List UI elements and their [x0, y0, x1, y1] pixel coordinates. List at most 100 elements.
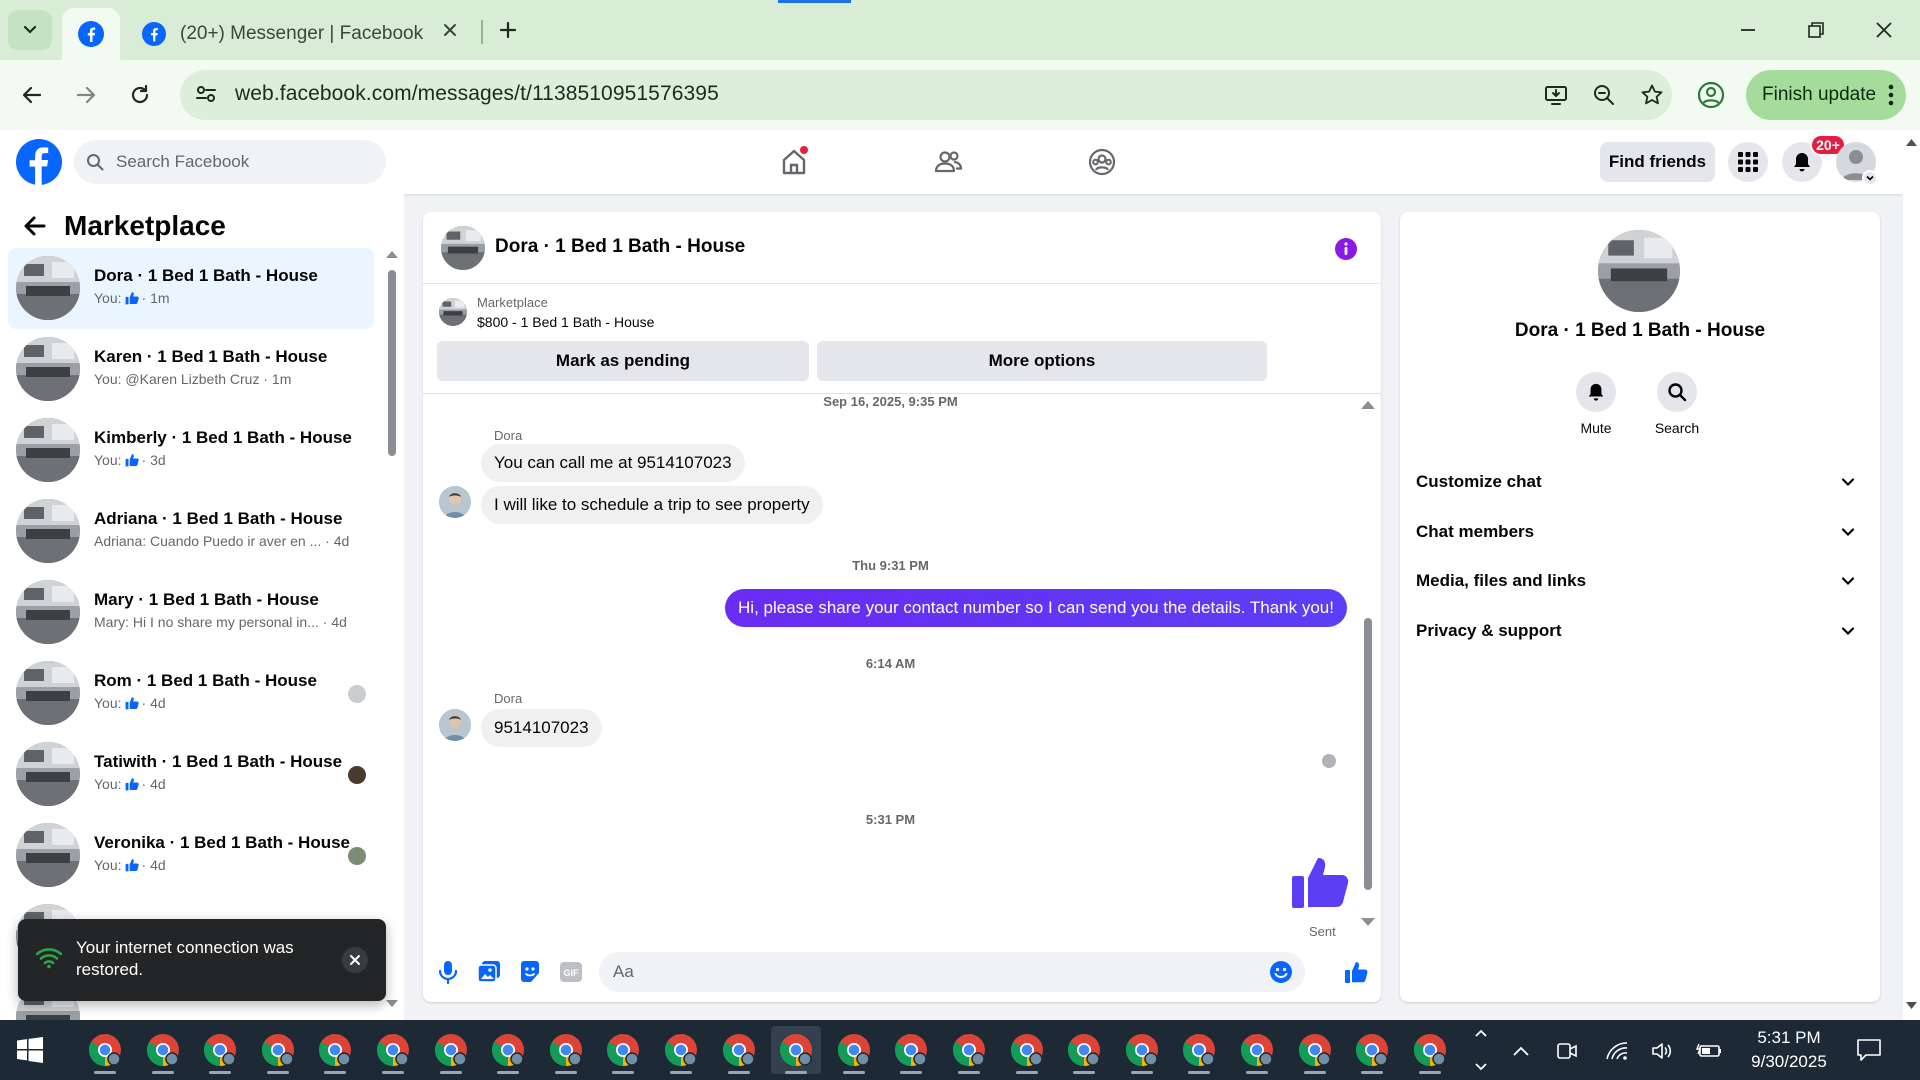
- windows-start-icon[interactable]: [16, 1036, 44, 1064]
- menu-button[interactable]: [1728, 142, 1768, 182]
- bookmark-star-icon[interactable]: [1638, 81, 1666, 109]
- tab-facebook-active[interactable]: [62, 8, 120, 60]
- facebook-search-input[interactable]: Search Facebook: [74, 140, 386, 184]
- message-input[interactable]: Aa: [599, 952, 1305, 992]
- taskbar-chrome-app[interactable]: [656, 1026, 706, 1074]
- page-scrollbar[interactable]: [1903, 130, 1920, 1020]
- taskbar-chrome-app[interactable]: [1117, 1026, 1167, 1074]
- nav-friends[interactable]: [930, 144, 966, 180]
- taskbar-chrome-app[interactable]: [1347, 1026, 1397, 1074]
- conversation-item[interactable]: Kimberly · 1 Bed 1 Bath - House You: · 3d: [8, 410, 374, 491]
- site-info-icon[interactable]: [194, 82, 218, 106]
- minimize-button[interactable]: [1720, 8, 1776, 52]
- emoji-icon[interactable]: [1269, 960, 1293, 984]
- tab-messenger[interactable]: (20+) Messenger | Facebook: [130, 8, 470, 60]
- section-media-files-links[interactable]: Media, files and links: [1416, 561, 1864, 601]
- conversation-item[interactable]: Veronika · 1 Bed 1 Bath - House You: · 4d: [8, 815, 374, 896]
- taskbar-chrome-app[interactable]: [368, 1026, 418, 1074]
- taskbar-chrome-app[interactable]: [771, 1026, 822, 1074]
- nav-groups[interactable]: [1084, 144, 1120, 180]
- chat-avatar[interactable]: [441, 226, 485, 270]
- section-customize-chat[interactable]: Customize chat: [1416, 462, 1864, 502]
- finish-update-button[interactable]: Finish update: [1746, 70, 1906, 120]
- taskbar-chrome-app[interactable]: [944, 1026, 994, 1074]
- mute-button[interactable]: Mute: [1560, 372, 1632, 436]
- taskbar-chrome-app[interactable]: [1174, 1026, 1224, 1074]
- taskbar-chrome-app[interactable]: [310, 1026, 360, 1074]
- microphone-icon[interactable]: [435, 959, 461, 985]
- account-menu-chevron[interactable]: [1862, 170, 1878, 186]
- tab-search-button[interactable]: [8, 10, 52, 50]
- mark-as-pending-button[interactable]: Mark as pending: [437, 341, 809, 381]
- message-bubble-incoming[interactable]: 9514107023: [481, 709, 602, 747]
- taskbar-chrome-app[interactable]: [1290, 1026, 1340, 1074]
- zoom-out-icon[interactable]: [1590, 81, 1618, 109]
- conversation-item[interactable]: Rom · 1 Bed 1 Bath - House You: · 4d: [8, 653, 374, 734]
- sender-avatar[interactable]: [439, 486, 471, 518]
- conversation-item[interactable]: Tatiwith · 1 Bed 1 Bath - House You: · 4d: [8, 734, 374, 815]
- large-thumbs-up-icon[interactable]: [1290, 852, 1350, 910]
- photo-attach-icon[interactable]: [476, 959, 502, 985]
- taskbar-chrome-app[interactable]: [426, 1026, 476, 1074]
- find-friends-button[interactable]: Find friends: [1600, 142, 1715, 182]
- meet-now-icon[interactable]: [1554, 1038, 1580, 1064]
- taskbar-chrome-app[interactable]: [829, 1026, 879, 1074]
- message-bubble-incoming[interactable]: You can call me at 9514107023: [481, 444, 745, 482]
- taskbar-chrome-app[interactable]: [195, 1026, 245, 1074]
- taskbar-chrome-app[interactable]: [253, 1026, 303, 1074]
- back-button[interactable]: [14, 77, 50, 113]
- section-privacy-support[interactable]: Privacy & support: [1416, 611, 1864, 651]
- scrollbar-thumb[interactable]: [1364, 618, 1372, 890]
- info-icon[interactable]: [1333, 236, 1359, 262]
- sticker-icon[interactable]: [517, 959, 543, 985]
- close-window-button[interactable]: [1856, 8, 1912, 52]
- browser-profile-icon[interactable]: [1696, 80, 1726, 110]
- taskbar-chrome-app[interactable]: [138, 1026, 188, 1074]
- system-clock[interactable]: 5:31 PM 9/30/2025: [1734, 1026, 1844, 1074]
- address-bar[interactable]: web.facebook.com/messages/t/113851095157…: [180, 70, 1672, 120]
- gif-icon[interactable]: GIF: [558, 959, 584, 985]
- sender-avatar[interactable]: [439, 709, 471, 741]
- conversation-scrollbar[interactable]: [384, 248, 400, 1008]
- show-hidden-icons[interactable]: [1508, 1038, 1534, 1064]
- taskbar-chrome-app[interactable]: [886, 1026, 936, 1074]
- tab-close-button[interactable]: [442, 22, 458, 38]
- chat-info-avatar[interactable]: [1598, 230, 1680, 312]
- conversation-item[interactable]: Mary · 1 Bed 1 Bath - House Mary: Hi I no…: [8, 572, 374, 653]
- taskbar-chrome-app[interactable]: [598, 1026, 648, 1074]
- taskbar-scroll[interactable]: [1474, 1028, 1488, 1072]
- volume-icon[interactable]: [1650, 1038, 1676, 1064]
- taskbar-chrome-app[interactable]: [541, 1026, 591, 1074]
- taskbar-chrome-app[interactable]: [80, 1026, 130, 1074]
- forward-button[interactable]: [68, 77, 104, 113]
- search-in-chat-button[interactable]: Search: [1641, 372, 1713, 436]
- taskbar-chrome-app[interactable]: [1059, 1026, 1109, 1074]
- back-arrow-icon[interactable]: [22, 213, 48, 239]
- taskbar-chrome-app[interactable]: [1232, 1026, 1282, 1074]
- listing-title[interactable]: $800 - 1 Bed 1 Bath - House: [477, 314, 654, 330]
- battery-icon[interactable]: [1696, 1038, 1722, 1064]
- facebook-logo-icon[interactable]: [16, 139, 62, 185]
- chat-scrollbar[interactable]: [1360, 398, 1376, 928]
- message-bubble-outgoing[interactable]: Hi, please share your contact number so …: [725, 589, 1347, 627]
- taskbar-chrome-app[interactable]: [714, 1026, 764, 1074]
- taskbar-chrome-app[interactable]: [483, 1026, 533, 1074]
- taskbar-chrome-app[interactable]: [1405, 1026, 1455, 1074]
- more-options-button[interactable]: More options: [817, 341, 1267, 381]
- message-bubble-incoming[interactable]: I will like to schedule a trip to see pr…: [481, 486, 823, 524]
- new-tab-button[interactable]: [492, 14, 524, 46]
- conversation-item[interactable]: Adriana · 1 Bed 1 Bath - House Adriana: C…: [8, 491, 374, 572]
- conversation-item[interactable]: Karen · 1 Bed 1 Bath - House You: @Karen …: [8, 329, 374, 410]
- restore-button[interactable]: [1788, 8, 1844, 52]
- conversation-item[interactable]: Dora · 1 Bed 1 Bath - House You: · 1m: [8, 248, 374, 329]
- listing-thumbnail[interactable]: [439, 298, 467, 326]
- taskbar-chrome-app[interactable]: [1002, 1026, 1052, 1074]
- chat-title[interactable]: Dora · 1 Bed 1 Bath - House: [495, 236, 745, 258]
- send-like-icon[interactable]: [1343, 959, 1369, 985]
- scrollbar-thumb[interactable]: [388, 270, 396, 456]
- toast-close-button[interactable]: [342, 947, 368, 973]
- section-chat-members[interactable]: Chat members: [1416, 512, 1864, 552]
- nav-home[interactable]: [776, 144, 812, 180]
- network-icon[interactable]: [1604, 1038, 1630, 1064]
- reload-button[interactable]: [122, 77, 158, 113]
